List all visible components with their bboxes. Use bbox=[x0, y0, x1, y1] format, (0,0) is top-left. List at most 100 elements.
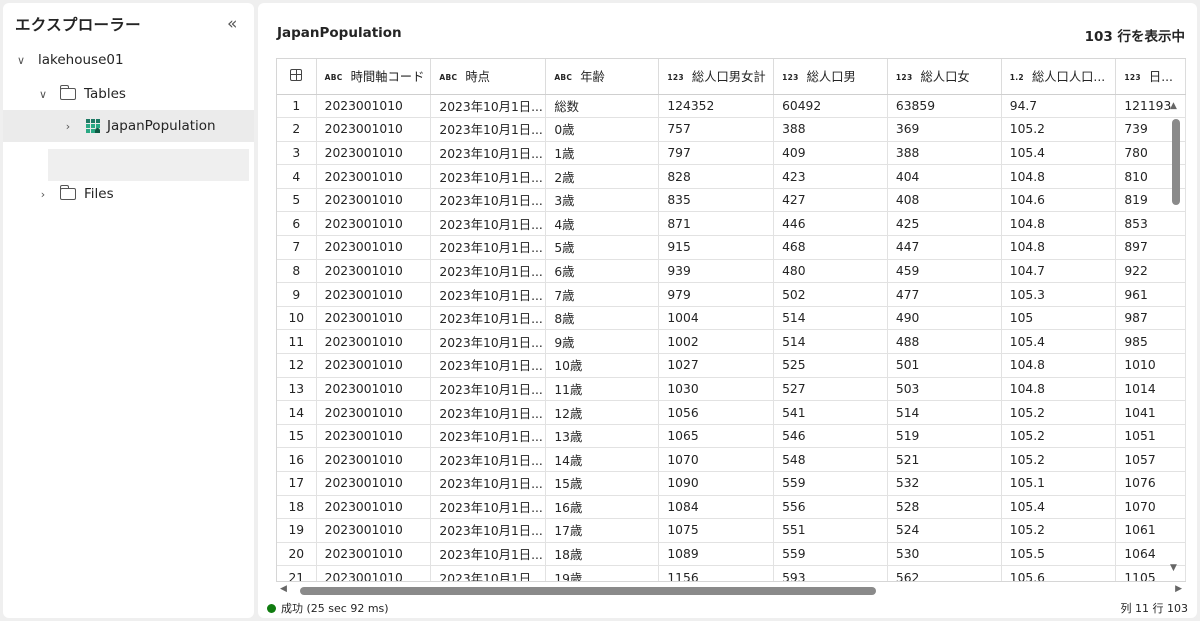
table-cell[interactable]: 447 bbox=[887, 235, 1002, 260]
table-cell[interactable]: 105.1 bbox=[1001, 471, 1117, 496]
scroll-left-icon[interactable]: ◀ bbox=[280, 584, 287, 594]
table-cell[interactable]: 15歳 bbox=[545, 471, 660, 496]
table-cell[interactable]: 2023001010 bbox=[316, 188, 432, 213]
table-cell[interactable]: 2023001010 bbox=[316, 94, 432, 119]
table-cell[interactable]: 408 bbox=[887, 188, 1002, 213]
table-row[interactable]: 18 2023001010 2023年10月1日... 16歳 1084 556 528 10… bbox=[277, 495, 1186, 520]
table-cell[interactable]: 446 bbox=[773, 211, 888, 237]
table-cell[interactable]: 979 bbox=[658, 282, 775, 307]
row-number[interactable]: 12 bbox=[277, 353, 317, 378]
row-number[interactable]: 16 bbox=[277, 447, 317, 472]
table-cell[interactable]: 13歳 bbox=[545, 424, 660, 449]
table-cell[interactable]: 2023年10月1日... bbox=[430, 188, 547, 213]
table-cell[interactable]: 2023001010 bbox=[316, 164, 432, 189]
table-cell[interactable]: 546 bbox=[773, 424, 888, 449]
table-cell[interactable]: 2023年10月1日... bbox=[430, 211, 547, 237]
table-cell[interactable]: 18歳 bbox=[545, 542, 660, 567]
table-cell[interactable]: 2023年10月1日... bbox=[430, 329, 547, 355]
table-cell[interactable]: 2023年10月1日... bbox=[430, 565, 547, 581]
table-cell[interactable]: 60492 bbox=[773, 94, 888, 119]
row-number[interactable]: 7 bbox=[277, 235, 317, 260]
row-number[interactable]: 3 bbox=[277, 141, 317, 166]
table-row[interactable]: 7 2023001010 2023年10月1日... 5歳 915 468 447 104.8… bbox=[277, 235, 1186, 260]
table-cell[interactable]: 総数 bbox=[545, 94, 660, 119]
table-cell[interactable]: 2023年10月1日... bbox=[430, 542, 547, 567]
table-row[interactable]: 9 2023001010 2023年10月1日... 7歳 979 502 477 105.3… bbox=[277, 282, 1186, 307]
table-cell[interactable]: 2023年10月1日... bbox=[430, 94, 547, 119]
table-cell[interactable]: 593 bbox=[773, 565, 888, 581]
table-row[interactable]: 10 2023001010 2023年10月1日... 8歳 1004 514 490 105… bbox=[277, 306, 1186, 331]
table-cell[interactable]: 105.3 bbox=[1001, 282, 1117, 307]
table-cell[interactable]: 488 bbox=[887, 329, 1002, 355]
table-cell[interactable]: 2023年10月1日... bbox=[430, 377, 547, 402]
table-cell[interactable]: 521 bbox=[887, 447, 1002, 472]
table-row[interactable]: 17 2023001010 2023年10月1日... 15歳 1090 559 532 10… bbox=[277, 471, 1186, 496]
column-header[interactable]: 123 総人口女 bbox=[887, 59, 1002, 95]
table-row[interactable]: 8 2023001010 2023年10月1日... 6歳 939 480 459 104.7… bbox=[277, 259, 1186, 284]
tree-item-tables[interactable]: ∨ Tables bbox=[3, 78, 254, 110]
table-cell[interactable]: 2023年10月1日... bbox=[430, 282, 547, 307]
table-cell[interactable]: 2023年10月1日... bbox=[430, 495, 547, 520]
table-cell[interactable]: 556 bbox=[773, 495, 888, 520]
table-cell[interactable]: 2歳 bbox=[545, 164, 660, 189]
table-cell[interactable]: 477 bbox=[887, 282, 1002, 307]
column-header[interactable]: 123 日... bbox=[1115, 59, 1186, 95]
table-cell[interactable]: 2023001010 bbox=[316, 377, 432, 402]
table-cell[interactable]: 2023001010 bbox=[316, 518, 432, 543]
table-cell[interactable]: 4歳 bbox=[545, 211, 660, 237]
table-row[interactable]: 15 2023001010 2023年10月1日... 13歳 1065 546 519 10… bbox=[277, 424, 1186, 449]
table-cell[interactable]: 528 bbox=[887, 495, 1002, 520]
table-row[interactable]: 5 2023001010 2023年10月1日... 3歳 835 427 408 104.6… bbox=[277, 188, 1186, 213]
table-cell[interactable]: 757 bbox=[658, 117, 775, 142]
table-cell[interactable]: 105.2 bbox=[1001, 400, 1117, 425]
table-cell[interactable]: 551 bbox=[773, 518, 888, 543]
table-cell[interactable]: 2023001010 bbox=[316, 259, 432, 284]
table-cell[interactable]: 519 bbox=[887, 424, 1002, 449]
table-cell[interactable]: 2023001010 bbox=[316, 424, 432, 449]
table-cell[interactable]: 1084 bbox=[658, 495, 775, 520]
row-number[interactable]: 14 bbox=[277, 400, 317, 425]
table-row[interactable]: 3 2023001010 2023年10月1日... 1歳 797 409 388 105.4… bbox=[277, 141, 1186, 166]
table-cell[interactable]: 1089 bbox=[658, 542, 775, 567]
table-cell[interactable]: 490 bbox=[887, 306, 1002, 331]
horizontal-scrollbar[interactable]: ◀ ▶ bbox=[276, 582, 1186, 598]
table-cell[interactable]: 1030 bbox=[658, 377, 775, 402]
table-cell[interactable]: 2023001010 bbox=[316, 471, 432, 496]
table-cell[interactable]: 835 bbox=[658, 188, 775, 213]
table-cell[interactable]: 104.8 bbox=[1001, 377, 1117, 402]
table-cell[interactable]: 3歳 bbox=[545, 188, 660, 213]
table-cell[interactable]: 105.4 bbox=[1001, 329, 1117, 355]
table-cell[interactable]: 2023001010 bbox=[316, 117, 432, 142]
table-cell[interactable]: 2023年10月1日... bbox=[430, 306, 547, 331]
table-cell[interactable]: 1090 bbox=[658, 471, 775, 496]
row-number[interactable]: 8 bbox=[277, 259, 317, 284]
table-row[interactable]: 1 2023001010 2023年10月1日... 総数 124352 60492 638… bbox=[277, 94, 1186, 119]
table-cell[interactable]: 1004 bbox=[658, 306, 775, 331]
table-cell[interactable]: 2023001010 bbox=[316, 329, 432, 355]
table-cell[interactable]: 11歳 bbox=[545, 377, 660, 402]
table-cell[interactable]: 2023001010 bbox=[316, 447, 432, 472]
table-cell[interactable]: 524 bbox=[887, 518, 1002, 543]
table-cell[interactable]: 5歳 bbox=[545, 235, 660, 260]
column-header[interactable]: ABC 年齢 bbox=[545, 59, 660, 95]
table-row[interactable]: 19 2023001010 2023年10月1日... 17歳 1075 551 524 10… bbox=[277, 518, 1186, 543]
table-cell[interactable]: 548 bbox=[773, 447, 888, 472]
table-cell[interactable]: 1歳 bbox=[545, 141, 660, 166]
row-number[interactable]: 18 bbox=[277, 495, 317, 520]
table-cell[interactable]: 1075 bbox=[658, 518, 775, 543]
table-cell[interactable]: 12歳 bbox=[545, 400, 660, 425]
table-cell[interactable]: 104.7 bbox=[1001, 259, 1117, 284]
table-cell[interactable]: 17歳 bbox=[545, 518, 660, 543]
chevron-right-icon[interactable]: › bbox=[61, 120, 75, 133]
table-row[interactable]: 11 2023001010 2023年10月1日... 9歳 1002 514 488 105… bbox=[277, 329, 1186, 355]
table-cell[interactable]: 124352 bbox=[658, 94, 775, 119]
table-cell[interactable]: 369 bbox=[887, 117, 1002, 142]
table-cell[interactable]: 105.4 bbox=[1001, 495, 1117, 520]
table-cell[interactable]: 6歳 bbox=[545, 259, 660, 284]
table-cell[interactable]: 105.4 bbox=[1001, 141, 1117, 166]
table-cell[interactable]: 14歳 bbox=[545, 447, 660, 472]
table-cell[interactable]: 105.2 bbox=[1001, 424, 1117, 449]
table-cell[interactable]: 2023年10月1日... bbox=[430, 259, 547, 284]
scroll-down-icon[interactable]: ▼ bbox=[1170, 563, 1177, 573]
column-header[interactable]: ABC 時間軸コード bbox=[316, 59, 432, 95]
